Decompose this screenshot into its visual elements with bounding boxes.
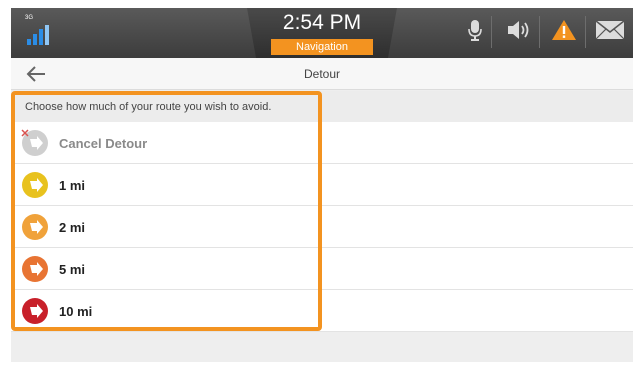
option-2-mi[interactable]: 2 mi: [11, 206, 633, 248]
signal-icon: 3G: [25, 15, 55, 47]
detour-arrow-icon: [22, 256, 48, 282]
page-title: Detour: [303, 67, 341, 81]
mail-icon[interactable]: [595, 18, 625, 42]
detour-arrow-icon: [22, 214, 48, 240]
microphone-icon[interactable]: [467, 18, 483, 42]
detour-screen: 3G 2:54 PM Navigation Detour Choose how …: [11, 8, 633, 362]
option-cancel-detour[interactable]: Cancel Detour: [11, 122, 633, 164]
detour-arrow-icon: [22, 172, 48, 198]
detour-options-list: Cancel Detour 1 mi 2 mi 5 mi 10 mi: [11, 122, 633, 332]
instruction-bar: Choose how much of your route you wish t…: [11, 91, 633, 122]
option-label: Cancel Detour: [59, 136, 148, 151]
status-bar: 3G 2:54 PM Navigation: [11, 8, 633, 58]
title-bar: Detour: [11, 58, 633, 90]
option-label: 5 mi: [59, 262, 86, 277]
option-10-mi[interactable]: 10 mi: [11, 290, 633, 332]
clock-tab[interactable]: 2:54 PM Navigation: [247, 8, 397, 58]
clock-time: 2:54 PM: [282, 11, 362, 34]
status-divider: [539, 16, 540, 48]
instruction-text: Choose how much of your route you wish t…: [25, 101, 272, 113]
warning-icon[interactable]: [551, 18, 577, 42]
option-label: 2 mi: [59, 220, 86, 235]
option-label: 10 mi: [59, 304, 93, 319]
speaker-icon[interactable]: [505, 18, 531, 42]
status-divider: [585, 16, 586, 48]
status-divider: [491, 16, 492, 48]
option-label: 1 mi: [59, 178, 86, 193]
option-5-mi[interactable]: 5 mi: [11, 248, 633, 290]
detour-arrow-icon: [22, 298, 48, 324]
navigation-app-label: Navigation: [271, 39, 373, 55]
network-type-label: 3G: [25, 15, 34, 21]
option-1-mi[interactable]: 1 mi: [11, 164, 633, 206]
cancel-detour-icon: [21, 129, 48, 156]
